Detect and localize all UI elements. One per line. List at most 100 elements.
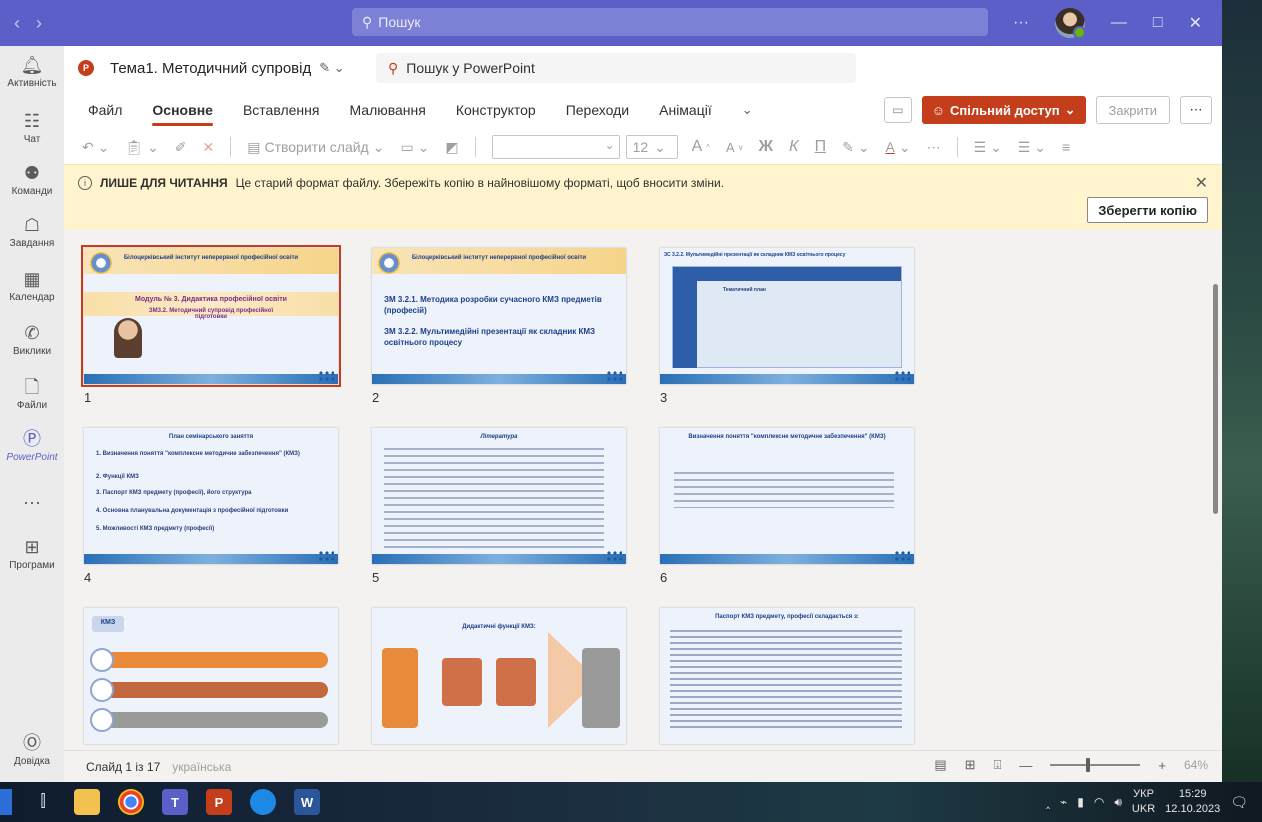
rail-item-assignments[interactable]: ☖ Завдання xyxy=(0,214,64,249)
close-button[interactable]: Закрити xyxy=(1095,96,1170,124)
close-icon[interactable]: ✕ xyxy=(1189,13,1202,33)
avatar[interactable] xyxy=(1054,8,1086,39)
bell-icon: 🔔︎ xyxy=(20,55,44,75)
zoom-out-icon[interactable]: — xyxy=(1019,758,1032,773)
back-arrow-icon[interactable]: ‹ xyxy=(14,13,20,34)
slide-thumbnail-2[interactable]: Білоцерківський інститут неперервної про… xyxy=(372,248,626,384)
more-options-icon[interactable]: ··· xyxy=(1013,14,1029,32)
font-color-button[interactable]: А ⌄ xyxy=(886,139,911,156)
task-view-icon[interactable]: ⫿ xyxy=(30,789,56,815)
bullets-icon[interactable]: ☰ ⌄ xyxy=(974,139,1002,156)
slide-thumbnail-6[interactable]: Визначення поняття "комплексне методичне… xyxy=(660,428,914,564)
shrink-font-button[interactable]: Av xyxy=(726,140,743,155)
tab-draw[interactable]: Малювання xyxy=(349,94,425,126)
zoom-level[interactable]: 64% xyxy=(1184,758,1208,772)
teams-taskbar-icon[interactable]: T xyxy=(162,789,188,815)
tab-animations[interactable]: Анімації xyxy=(659,94,712,126)
rail-item-calendar[interactable]: ▦ Календар xyxy=(0,268,64,303)
status-bar: Слайд 1 із 17 українська ▤ ⊞ ⍗ — + 64% xyxy=(64,750,1222,782)
rail-item-files[interactable]: 🗋︎ Файли xyxy=(0,376,64,411)
sorter-scrollbar[interactable] xyxy=(1213,284,1218,514)
highlight-button[interactable]: ✎ ⌄ xyxy=(842,139,869,156)
slide-title: ЗС 3.2.2. Мультимедійні презентації як с… xyxy=(664,252,846,258)
slide-thumbnail-3[interactable]: ЗС 3.2.2. Мультимедійні презентації як с… xyxy=(660,248,914,384)
slide-thumbnail-1[interactable]: Білоцерківський інститут неперервної про… xyxy=(81,245,341,387)
edit-chevron-icon[interactable]: ✎ ⌄ xyxy=(319,60,344,76)
font-size-select[interactable]: 12 ⌄ xyxy=(625,135,678,159)
slide-thumbnail-7[interactable]: КМЗ xyxy=(84,608,338,744)
rail-item-calls[interactable]: ✆ Виклики xyxy=(0,322,64,357)
zoom-slider[interactable] xyxy=(1050,758,1141,772)
tab-design[interactable]: Конструктор xyxy=(456,94,536,126)
rail-item-chat[interactable]: ☷ Чат xyxy=(0,110,64,145)
forward-arrow-icon[interactable]: › xyxy=(36,13,42,34)
reset-icon[interactable]: ◩ xyxy=(445,139,458,156)
chevron-down-icon[interactable]: ⌄ xyxy=(742,102,753,118)
search-icon: ⚲ xyxy=(388,59,399,76)
share-button[interactable]: ☺ Спільний доступ ⌄ xyxy=(921,96,1086,124)
start-button[interactable] xyxy=(0,789,12,815)
layout-icon[interactable]: ▭ ⌄ xyxy=(400,139,429,156)
chevron-up-icon[interactable]: ‸ xyxy=(1046,795,1050,809)
grow-font-button[interactable]: A ^ xyxy=(692,138,710,156)
definition-text xyxy=(674,472,894,508)
clock[interactable]: 15:29 12.10.2023 xyxy=(1165,787,1220,817)
minimize-icon[interactable]: — xyxy=(1111,14,1127,32)
undo-icon[interactable]: ↶ ⌄ xyxy=(82,139,109,156)
kmz-bar-2 xyxy=(104,682,328,698)
paste-icon[interactable]: 📋︎ ⌄ xyxy=(125,139,158,156)
reading-view-icon[interactable]: ⍗ xyxy=(994,757,1002,773)
close-icon[interactable]: ✕ xyxy=(1195,173,1208,193)
zoom-in-icon[interactable]: + xyxy=(1158,758,1166,773)
comments-button[interactable]: ▭ xyxy=(883,97,912,123)
new-slide-button[interactable]: ▤ Створити слайд ⌄ xyxy=(247,139,384,156)
align-icon[interactable]: ≡ xyxy=(1062,139,1070,155)
zoom-thumb[interactable] xyxy=(1086,758,1091,772)
save-copy-button[interactable]: Зберегти копію xyxy=(1087,197,1208,223)
wifi-icon[interactable]: ◠ xyxy=(1094,795,1104,809)
sorter-view-icon[interactable]: ⊞ xyxy=(965,757,976,773)
normal-view-icon[interactable]: ▤ xyxy=(934,757,946,773)
network-icon[interactable]: ⌁ xyxy=(1060,795,1067,809)
word-taskbar-icon[interactable]: W xyxy=(294,789,320,815)
notification-icon[interactable]: 🗨︎ xyxy=(1230,794,1248,811)
slide-thumbnail-5[interactable]: Література xyxy=(372,428,626,564)
bold-button[interactable]: Ж xyxy=(759,138,773,156)
battery-icon[interactable]: ▮ xyxy=(1077,795,1084,809)
slide-thumbnail-9[interactable]: Паспорт КМЗ предмету, професії складаєть… xyxy=(660,608,914,744)
numbering-icon[interactable]: ☰ ⌄ xyxy=(1018,139,1046,156)
document-title[interactable]: Тема1. Методичний супровід xyxy=(110,60,311,77)
slide-thumbnail-4[interactable]: План семінарського заняття 1. Визначення… xyxy=(84,428,338,564)
maximize-icon[interactable]: □ xyxy=(1153,14,1163,32)
slide-thumbnail-8[interactable]: Дидактичні функції КМЗ: xyxy=(372,608,626,744)
file-explorer-icon[interactable] xyxy=(74,789,100,815)
rail-item-activity[interactable]: 🔔︎ Активність xyxy=(0,54,64,89)
chrome-icon[interactable] xyxy=(118,789,144,815)
font-family-select[interactable]: ⌄ xyxy=(491,135,620,159)
volume-icon[interactable]: 🔊︎ xyxy=(1114,795,1122,810)
more-options-button[interactable]: ⋯ xyxy=(1180,96,1212,124)
rail-item-help[interactable]: Ⓞ Довідка xyxy=(0,732,64,767)
format-painter-icon[interactable]: ✐ xyxy=(175,139,187,156)
rail-item-powerpoint[interactable]: Ⓟ PowerPoint xyxy=(0,428,64,463)
tab-insert[interactable]: Вставлення xyxy=(243,94,320,126)
slide-footer-band xyxy=(84,374,338,384)
tab-transitions[interactable]: Переходи xyxy=(566,94,629,126)
browser-icon[interactable] xyxy=(250,789,276,815)
powerpoint-taskbar-icon[interactable]: P xyxy=(206,789,232,815)
slide-footer-band xyxy=(372,554,626,564)
language-indicator[interactable]: українська xyxy=(172,760,231,774)
more-font-options-icon[interactable]: ⋯ xyxy=(927,139,941,156)
rail-item-apps[interactable]: ⊞ Програми xyxy=(0,536,64,571)
ppt-search-box[interactable]: ⚲ Пошук у PowerPoint xyxy=(376,53,856,83)
underline-button[interactable]: П xyxy=(815,138,827,156)
rail-item-more[interactable]: ⋯ xyxy=(0,492,64,516)
rail-item-teams[interactable]: ⚉ Команди xyxy=(0,162,64,197)
tab-file[interactable]: Файл xyxy=(88,94,122,126)
italic-button[interactable]: К xyxy=(789,138,798,156)
input-language[interactable]: УКР UKR xyxy=(1132,787,1155,817)
teams-search-box[interactable]: ⚲ Пошук xyxy=(352,8,988,36)
tab-home[interactable]: Основне xyxy=(152,94,213,126)
slide-sorter: Білоцерківський інститут неперервної про… xyxy=(64,230,1222,750)
delete-icon[interactable]: ✕ xyxy=(203,139,215,156)
